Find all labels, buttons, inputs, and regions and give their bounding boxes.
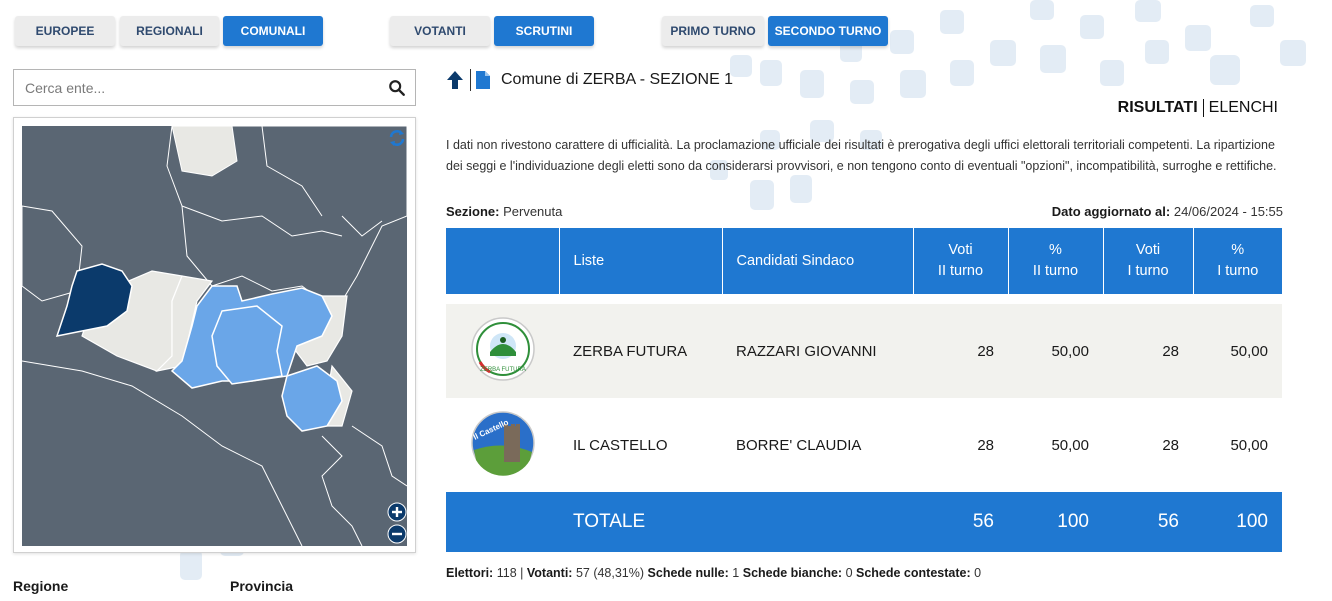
search-input[interactable] <box>14 70 384 105</box>
votanti-value: 57 (48,31%) <box>575 566 645 580</box>
voti-ii-value: 28 <box>977 436 994 454</box>
header-perc-ii: % II turno <box>1008 228 1104 294</box>
aggiornato-value: 24/06/2024 - 15:55 <box>1173 204 1283 219</box>
map-panel <box>13 117 416 553</box>
aggiornato-label: Dato aggiornato al: <box>1051 204 1171 219</box>
zoom-in-icon[interactable] <box>387 502 407 522</box>
provincia-label: Provincia <box>230 578 294 594</box>
header-perc-i-line1: % <box>1231 242 1245 258</box>
results-table: Liste Candidati Sindaco Voti II turno % … <box>446 228 1282 552</box>
elettori-value: 118 <box>496 566 517 580</box>
disclaimer-text: I dati non rivestono carattere di uffici… <box>446 138 1277 173</box>
view-elenchi[interactable]: ELENCHI <box>1204 99 1278 117</box>
voti-i-value: 28 <box>1162 436 1179 454</box>
bianche-value: 0 <box>845 566 853 580</box>
total-perc-ii: 100 <box>1008 492 1103 552</box>
tab-regionali[interactable]: REGIONALI <box>120 16 219 46</box>
header-perc-i: % I turno <box>1193 228 1282 294</box>
header-liste: Liste <box>559 228 723 294</box>
votanti-label: Votanti: <box>526 566 573 580</box>
header-perc-i-line2: I turno <box>1217 263 1259 279</box>
candidato-name: RAZZARI GIOVANNI <box>722 304 913 398</box>
perc-i-value: 50,00 <box>1193 304 1282 398</box>
zerba-logo-text: ZERBA FUTURA <box>480 367 526 373</box>
view-switcher: RISULTATI ELENCHI <box>1118 99 1278 117</box>
header-divider <box>470 69 471 91</box>
contestate-value: 0 <box>974 566 982 580</box>
header-voti-ii-line2: II turno <box>937 263 984 279</box>
update-info: Dato aggiornato al: 24/06/2024 - 15:55 <box>1052 204 1283 219</box>
perc-i-value: 50,00 <box>1230 436 1268 454</box>
tab-comunali[interactable]: COMUNALI <box>223 16 323 46</box>
header-voti-ii: Voti II turno <box>913 228 1009 294</box>
zerba-futura-logo: ZERBA FUTURA <box>470 317 535 381</box>
il-castello-logo: Il Castello <box>470 411 535 476</box>
header-voti-i: Voti I turno <box>1103 228 1194 294</box>
voti-ii-value: 28 <box>913 304 1008 398</box>
arrow-up-icon[interactable] <box>446 70 464 90</box>
summary-stats: Elettori: 118 | Votanti: 57 (48,31%) Sch… <box>446 566 982 580</box>
header-perc-ii-line1: % <box>1049 242 1062 258</box>
tab-scrutini[interactable]: SCRUTINI <box>494 16 594 46</box>
perc-ii-value: 50,00 <box>1008 304 1103 398</box>
regione-label: Regione <box>13 578 69 594</box>
voti-i-value: 28 <box>1103 304 1193 398</box>
header-perc-ii-line2: II turno <box>1032 263 1079 279</box>
total-voti-ii: 56 <box>913 492 1008 552</box>
document-icon[interactable] <box>475 70 491 90</box>
table-row: Il Castello IL CASTELLO BORRE' CLAUDIA 2… <box>446 398 1282 492</box>
total-voti-i: 56 <box>1103 492 1193 552</box>
nulle-value: 1 <box>732 566 740 580</box>
header-voti-ii-line1: Voti <box>948 242 973 258</box>
total-perc-i: 100 <box>1193 492 1282 552</box>
total-empty <box>722 492 913 552</box>
header-voti-i-line1: Voti <box>1135 242 1161 258</box>
perc-ii-value: 50,00 <box>1051 436 1089 454</box>
search-icon[interactable] <box>388 79 406 97</box>
candidato-name: BORRE' CLAUDIA <box>736 436 862 454</box>
view-risultati[interactable]: RISULTATI <box>1118 99 1204 117</box>
sezione-status: Sezione: Pervenuta <box>446 204 562 219</box>
sezione-value: Pervenuta <box>503 204 563 219</box>
sezione-label: Sezione: <box>446 204 500 219</box>
tab-europee[interactable]: EUROPEE <box>15 16 115 46</box>
list-logo: Il Castello <box>446 398 559 492</box>
header-logo <box>446 228 560 294</box>
search-box <box>13 69 416 106</box>
zoom-out-icon[interactable] <box>387 524 407 544</box>
lista-name[interactable]: IL CASTELLO <box>559 398 722 492</box>
page-header: Comune di ZERBA - SEZIONE 1 <box>446 68 733 92</box>
header-candidati: Candidati Sindaco <box>722 228 914 294</box>
region-map[interactable] <box>22 126 407 546</box>
list-logo: ZERBA FUTURA <box>446 304 559 398</box>
refresh-icon[interactable] <box>387 128 407 148</box>
header-voti-i-line2: I turno <box>1127 263 1169 279</box>
table-header-row: Liste Candidati Sindaco Voti II turno % … <box>446 228 1282 294</box>
tab-primo-turno[interactable]: PRIMO TURNO <box>662 16 764 46</box>
table-row: ZERBA FUTURA ZERBA FUTURA RAZZARI GIOVAN… <box>446 304 1282 398</box>
lista-name[interactable]: ZERBA FUTURA <box>559 304 722 398</box>
elettori-label: Elettori: <box>446 566 494 580</box>
contestate-label: Schede contestate: <box>856 566 971 580</box>
nulle-label: Schede nulle: <box>647 566 729 580</box>
tab-votanti[interactable]: VOTANTI <box>390 16 490 46</box>
page-title: Comune di ZERBA - SEZIONE 1 <box>501 71 734 88</box>
tab-secondo-turno[interactable]: SECONDO TURNO <box>768 16 888 46</box>
total-label: TOTALE <box>559 492 722 552</box>
total-row: TOTALE 56 100 56 100 <box>446 492 1282 552</box>
bianche-label: Schede bianche: <box>742 566 843 580</box>
total-logo-cell <box>446 492 559 552</box>
